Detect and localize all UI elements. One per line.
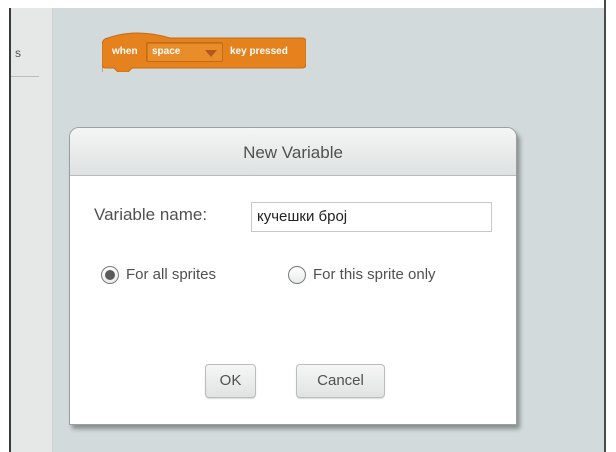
palette-divider <box>11 76 39 77</box>
when-key-pressed-hat-block[interactable]: when space key pressed <box>102 28 306 72</box>
variable-name-input[interactable]: кучешки број <box>251 202 492 232</box>
key-select-value: space <box>152 46 181 57</box>
palette-cut-label: s <box>15 46 21 60</box>
radio-for-all-sprites-label[interactable]: For all sprites <box>126 265 216 285</box>
hat-block-when-label: when <box>112 46 138 57</box>
radio-button-selected[interactable] <box>101 266 119 284</box>
cancel-button[interactable]: Cancel <box>296 364 385 398</box>
window-right-gutter <box>606 0 616 452</box>
chevron-down-icon <box>205 50 217 57</box>
radio-selected-dot <box>105 270 115 280</box>
dialog-title: New Variable <box>243 143 343 162</box>
radio-button-unselected[interactable] <box>288 266 306 284</box>
hat-block-key-pressed-label: key pressed <box>230 46 288 57</box>
key-select-dropdown[interactable]: space <box>146 42 223 62</box>
dialog-titlebar[interactable]: New Variable <box>70 128 516 176</box>
block-palette-strip: s <box>11 8 53 452</box>
radio-for-this-sprite-only-label[interactable]: For this sprite only <box>313 265 436 285</box>
variable-name-label: Variable name: <box>94 205 208 224</box>
new-variable-dialog: New Variable Variable name: кучешки број… <box>69 127 517 425</box>
ok-button[interactable]: OK <box>205 364 256 398</box>
